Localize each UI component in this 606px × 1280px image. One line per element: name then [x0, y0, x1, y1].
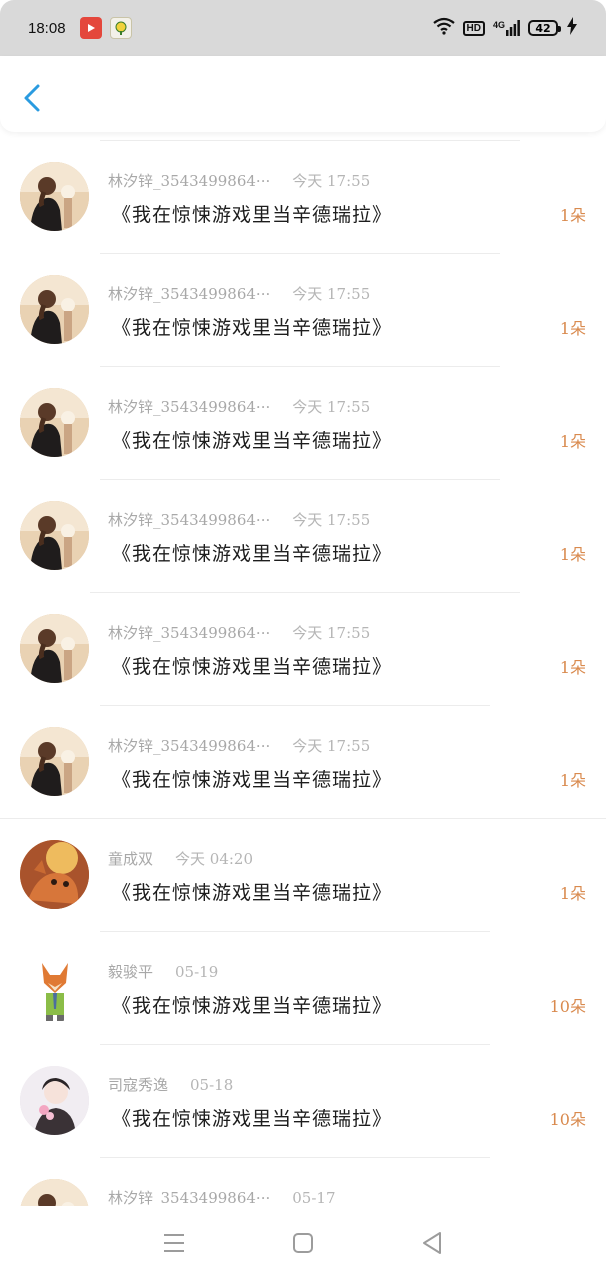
book-title: 《我在惊悚游戏里当辛德瑞拉》	[112, 317, 393, 339]
sender-name: 童成双	[108, 850, 154, 868]
flower-count: 10朵	[549, 997, 586, 1016]
sender-meta: 林汐锌_3543499864··· 今天 17:55	[108, 622, 370, 643]
wifi-icon	[432, 17, 455, 39]
sender-meta: 林汐锌_3543499864··· 今天 17:55	[108, 396, 370, 417]
send-time: 今天 17:55	[292, 624, 371, 642]
flower-count: 1朵	[559, 206, 586, 225]
sender-meta: 林汐锌_3543499864··· 今天 17:55	[108, 735, 370, 756]
list-item[interactable]: 林汐锌_3543499864··· 今天 17:55 《我在惊悚游戏里当辛德瑞拉》 1…	[0, 592, 606, 705]
sender-name: 司寇秀逸	[108, 1076, 169, 1094]
book-title: 《我在惊悚游戏里当辛德瑞拉》	[112, 1108, 393, 1130]
row-divider	[0, 818, 606, 819]
row-divider	[100, 479, 500, 480]
row-divider	[90, 592, 520, 593]
send-time: 05-18	[190, 1076, 234, 1094]
flower-count: 1朵	[559, 319, 586, 338]
sender-meta: 毅骏平 05-19	[108, 961, 218, 982]
row-divider	[100, 253, 500, 254]
sender-meta: 林汐锌_3543499864··· 今天 17:55	[108, 509, 370, 530]
hd-indicator: HD	[462, 20, 485, 36]
menu-icon[interactable]	[159, 1228, 189, 1258]
list-item[interactable]: 林汐锌_3543499864··· 今天 17:55 《我在惊悚游戏里当辛德瑞拉》 1…	[0, 366, 606, 479]
system-nav-bar	[0, 1206, 606, 1280]
book-title: 《我在惊悚游戏里当辛德瑞拉》	[112, 656, 393, 678]
avatar[interactable]	[20, 275, 89, 344]
row-divider	[100, 931, 490, 932]
send-time: 今天 17:55	[292, 737, 371, 755]
avatar[interactable]	[20, 1066, 89, 1135]
book-title: 《我在惊悚游戏里当辛德瑞拉》	[112, 882, 393, 904]
book-title: 《我在惊悚游戏里当辛德瑞拉》	[112, 543, 393, 565]
status-indicators: HD 4G 42	[432, 17, 578, 39]
avatar[interactable]	[20, 501, 89, 570]
network-type: 4G	[492, 20, 505, 30]
sender-meta: 司寇秀逸 05-18	[108, 1074, 233, 1095]
charging-icon	[566, 17, 578, 39]
back-triangle-icon[interactable]	[417, 1228, 447, 1258]
row-divider	[100, 705, 490, 706]
chevron-left-icon	[24, 84, 40, 112]
sender-name: 毅骏平	[108, 963, 154, 981]
row-divider	[100, 1044, 490, 1045]
sender-name: 林汐锌_3543499864···	[108, 285, 271, 303]
signal-icon: 4G	[493, 20, 520, 36]
header-bar	[0, 56, 606, 132]
send-time: 今天 17:55	[292, 511, 371, 529]
list-item[interactable]: 毅骏平 05-19 《我在惊悚游戏里当辛德瑞拉》 10朵	[0, 931, 606, 1044]
sender-meta: 童成双 今天 04:20	[108, 848, 253, 869]
sender-name: 林汐锌_3543499864···	[108, 398, 271, 416]
list-item[interactable]: 林汐锌_3543499864··· 今天 17:55 《我在惊悚游戏里当辛德瑞拉》 1…	[0, 479, 606, 592]
sender-meta: 林汐锌_3543499864··· 今天 17:55	[108, 283, 370, 304]
avatar[interactable]	[20, 1179, 89, 1206]
avatar[interactable]	[20, 162, 89, 231]
list-item[interactable]: 林汐锌_3543499864··· 今天 17:55 《我在惊悚游戏里当辛德瑞拉》 1…	[0, 253, 606, 366]
home-square-icon[interactable]	[288, 1228, 318, 1258]
list-item[interactable]: 林汐锌_3543499864··· 今天 17:55 《我在惊悚游戏里当辛德瑞拉》 1…	[0, 705, 606, 818]
row-divider	[100, 1157, 490, 1158]
send-time: 今天 17:55	[292, 398, 371, 416]
flower-count: 1朵	[559, 884, 586, 903]
avatar[interactable]	[20, 953, 89, 1022]
battery-icon: 42	[528, 20, 561, 36]
video-app-icon	[79, 17, 102, 39]
avatar[interactable]	[20, 840, 89, 909]
send-time: 05-19	[175, 963, 219, 981]
status-time: 18:08	[28, 19, 66, 37]
battery-level: 42	[535, 21, 551, 35]
avatar[interactable]	[20, 388, 89, 457]
flower-count: 1朵	[559, 771, 586, 790]
avatar[interactable]	[20, 614, 89, 683]
flower-count: 1朵	[559, 658, 586, 677]
flower-count: 1朵	[559, 545, 586, 564]
send-time: 今天 17:55	[292, 172, 371, 190]
sender-meta: 林汐锌_3543499864··· 今天 17:55	[108, 170, 370, 191]
sender-name: 林汐锌_3543499864···	[108, 737, 271, 755]
notification-app-icon	[109, 17, 132, 39]
sender-name: 林汐锌_3543499864···	[108, 624, 271, 642]
flower-count: 10朵	[549, 1110, 586, 1129]
book-title: 《我在惊悚游戏里当辛德瑞拉》	[112, 995, 393, 1017]
row-divider	[100, 140, 520, 141]
sender-name: 林汐锌_3543499864···	[108, 1189, 271, 1206]
gift-record-list: 林汐锌_3543499864··· 今天 17:55 《我在惊悚游戏里当辛德瑞拉》 1…	[0, 140, 606, 1206]
book-title: 《我在惊悚游戏里当辛德瑞拉》	[112, 204, 393, 226]
flower-count: 1朵	[559, 432, 586, 451]
avatar[interactable]	[20, 727, 89, 796]
list-item[interactable]: 司寇秀逸 05-18 《我在惊悚游戏里当辛德瑞拉》 10朵	[0, 1044, 606, 1157]
list-item[interactable]: 童成双 今天 04:20 《我在惊悚游戏里当辛德瑞拉》 1朵	[0, 818, 606, 931]
row-divider	[100, 366, 500, 367]
list-item[interactable]: 林汐锌_3543499864··· 05-17	[0, 1157, 606, 1206]
sender-name: 林汐锌_3543499864···	[108, 172, 271, 190]
status-bar: 18:08 HD 4G 42	[0, 0, 606, 56]
book-title: 《我在惊悚游戏里当辛德瑞拉》	[112, 430, 393, 452]
send-time: 今天 17:55	[292, 285, 371, 303]
send-time: 今天 04:20	[175, 850, 254, 868]
sender-name: 林汐锌_3543499864···	[108, 511, 271, 529]
book-title: 《我在惊悚游戏里当辛德瑞拉》	[112, 769, 393, 791]
sender-meta: 林汐锌_3543499864··· 05-17	[108, 1187, 336, 1206]
back-button[interactable]	[18, 78, 48, 118]
send-time: 05-17	[292, 1189, 336, 1206]
list-item[interactable]: 林汐锌_3543499864··· 今天 17:55 《我在惊悚游戏里当辛德瑞拉》 1…	[0, 140, 606, 253]
